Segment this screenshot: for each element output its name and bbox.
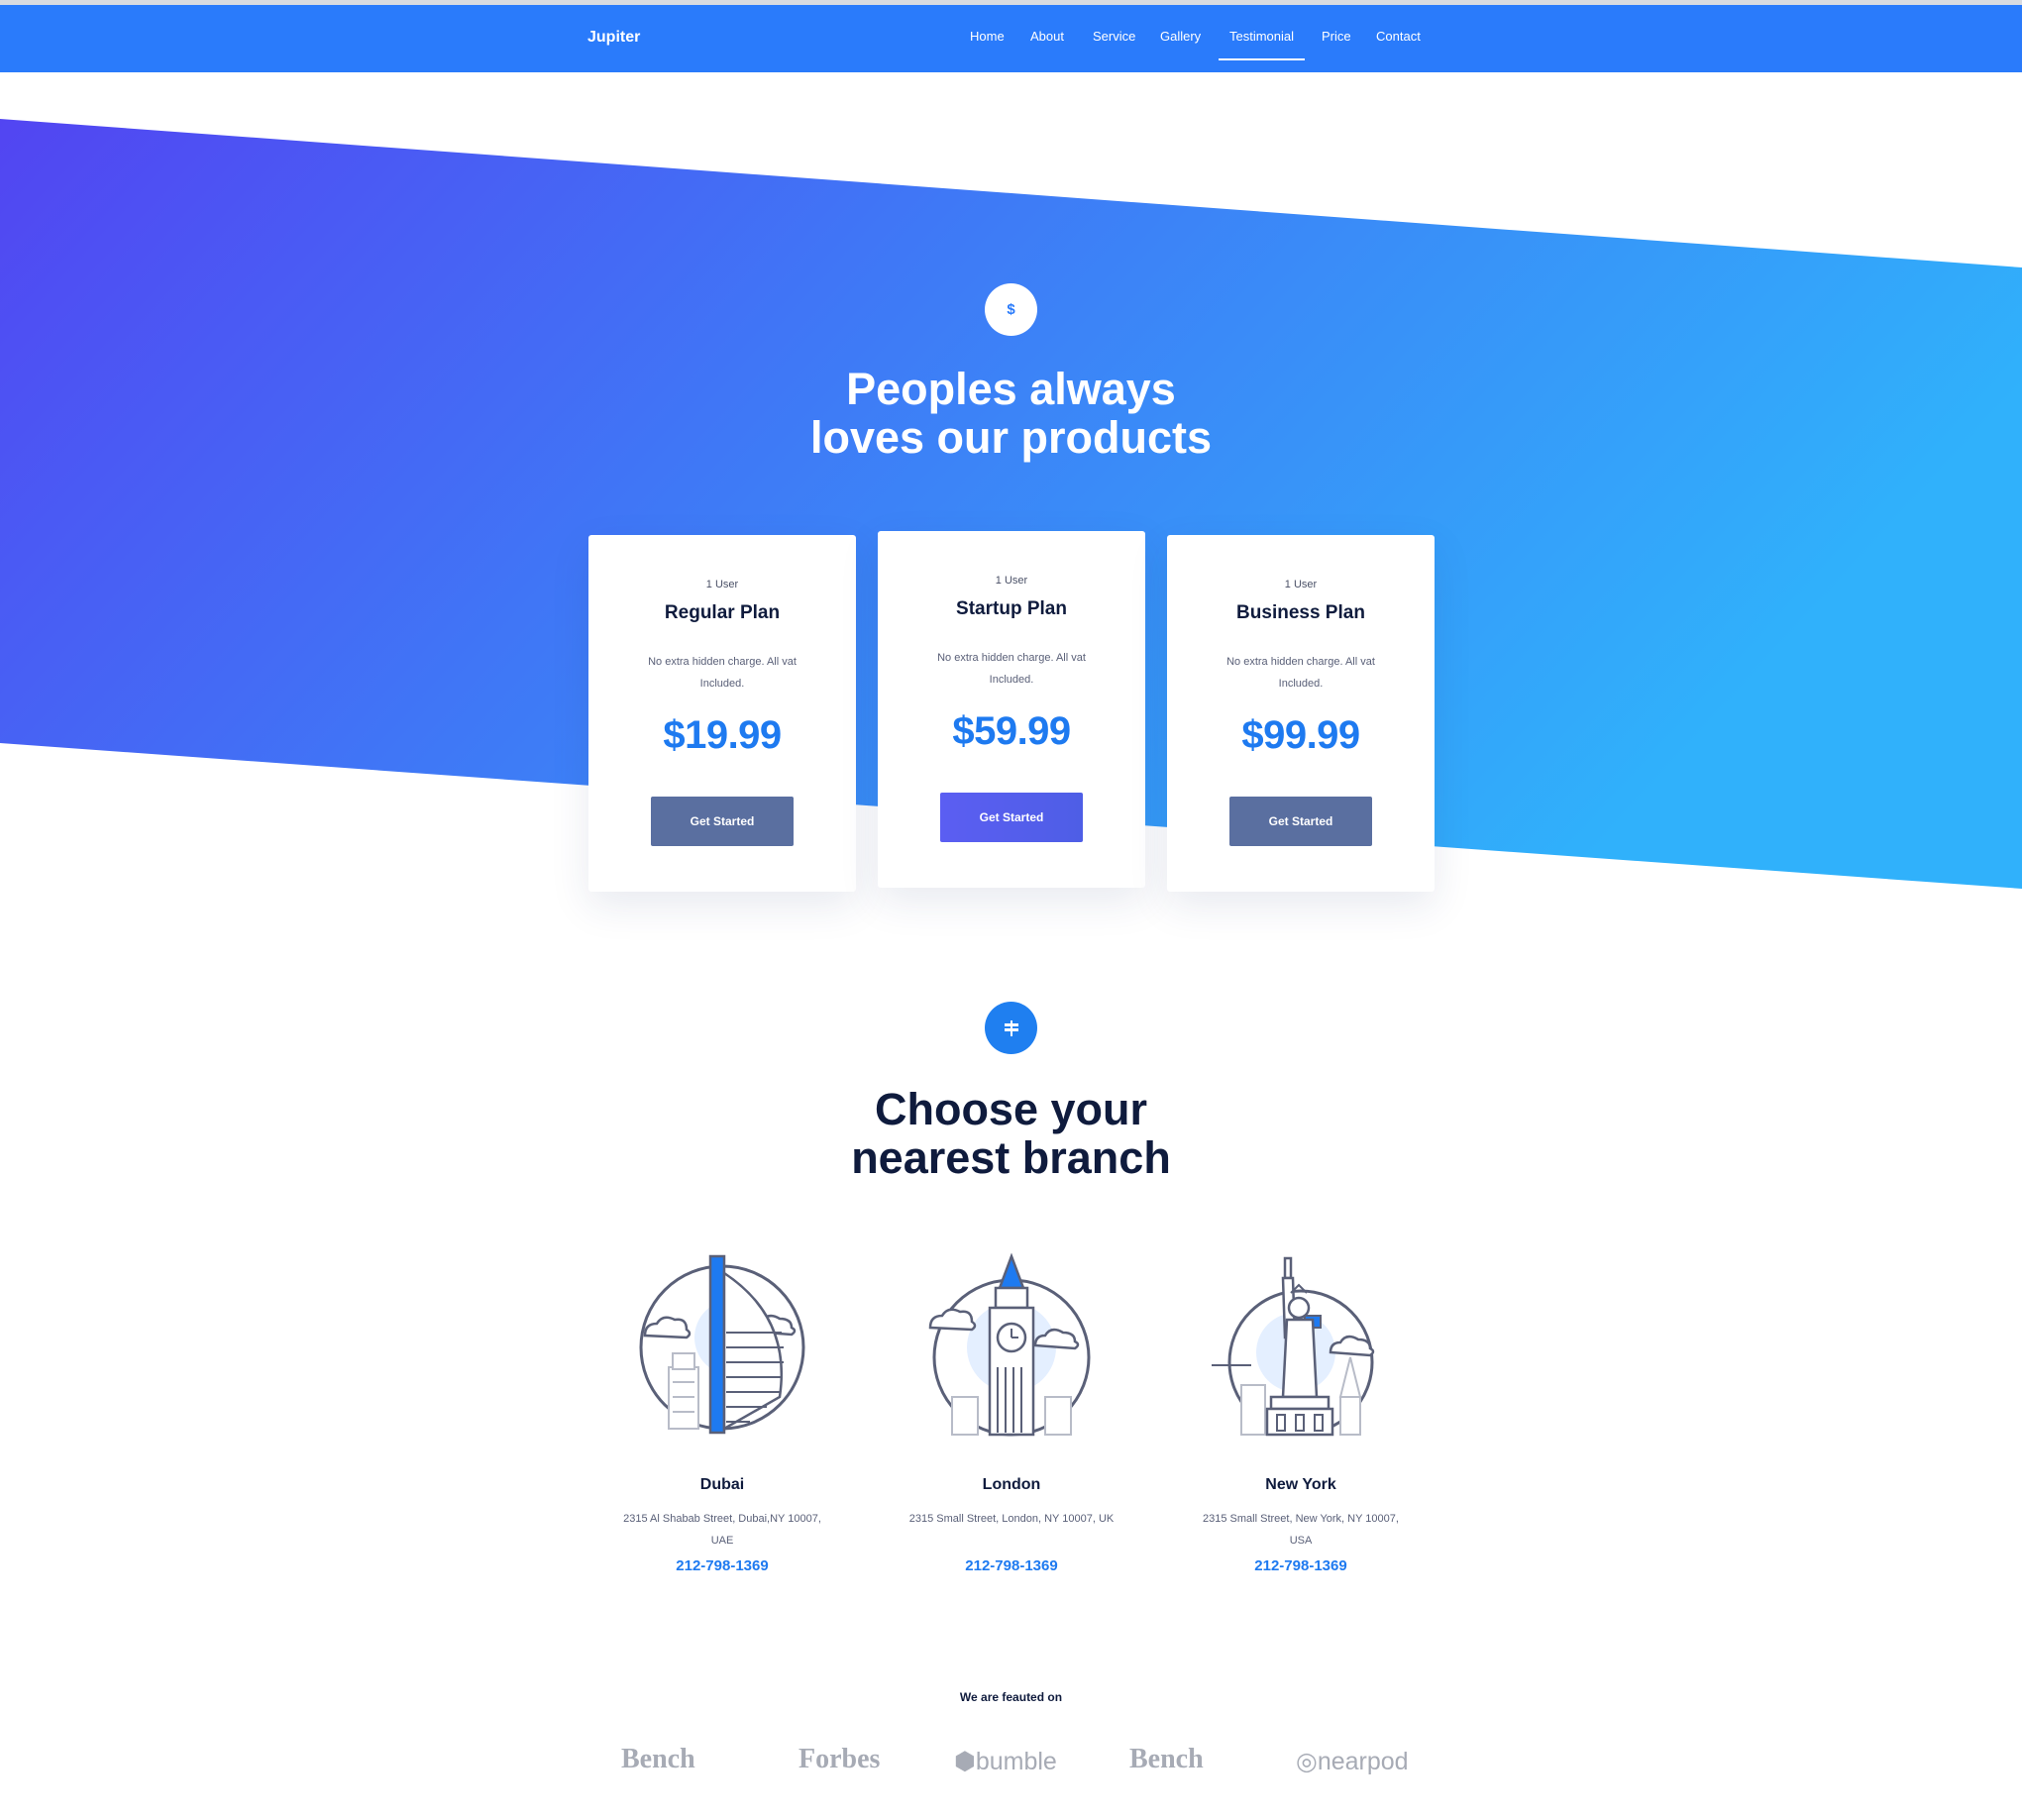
branch-heading: Choose your nearest branch [614,1085,1408,1182]
navbar: Jupiter Home About Service Gallery Testi… [0,5,2022,72]
brand-name: Bench [1129,1744,1204,1774]
get-started-button[interactable]: Get Started [651,797,794,846]
nav-item-contact[interactable]: Contact [1376,29,1421,44]
logo[interactable]: Jupiter [587,29,640,47]
dollar-icon: $ [985,283,1037,336]
plan-name: Regular Plan [664,602,781,623]
branch-heading-line2: nearest branch [851,1132,1171,1183]
branch-address: 2315 Small Street, New York, NY 10007, U… [1203,1513,1399,1547]
branch-city: London [982,1476,1041,1493]
brand-logo-bench: Bench [621,1744,695,1775]
branch-city: Dubai [699,1476,745,1493]
brand-name: nearpod [1317,1748,1409,1775]
nav-item-testimonial[interactable]: Testimonial [1218,29,1306,60]
nav-item-about[interactable]: About [1030,29,1064,44]
plan-users: 1 User [995,575,1028,587]
plan-name: Startup Plan [956,598,1067,619]
plan-price: $99.99 [1241,713,1360,757]
nearpod-circle-icon: ◎ [1296,1748,1318,1775]
brand-logo-bumble: ⬢bumble [954,1747,1057,1776]
statue-of-liberty-icon [1212,1256,1375,1437]
get-started-button[interactable]: Get Started [1229,797,1372,846]
pricing-heading: Peoples always loves our products [614,365,1408,462]
pricing-card-business: 1 User Business Plan No extra hidden cha… [1167,535,1435,892]
pricing-card-regular: 1 User Regular Plan No extra hidden char… [588,535,856,892]
hexagon-icon: ⬢ [954,1748,976,1775]
featured-label: We are feauted on [959,1690,1063,1704]
nav-item-gallery[interactable]: Gallery [1160,29,1201,44]
nav-item-service[interactable]: Service [1093,29,1135,44]
plan-price: $59.99 [952,709,1071,753]
plan-description: No extra hidden charge. All vat Included… [1226,656,1375,690]
plan-price: $19.99 [663,713,782,757]
brand-name: Forbes [798,1744,881,1774]
branch-dubai[interactable]: Dubai 2315 Al Shabab Street, Dubai,NY 10… [603,1248,841,1575]
big-ben-icon [928,1252,1091,1437]
branch-address: 2315 Al Shabab Street, Dubai,NY 10007, U… [623,1513,821,1547]
plan-description: No extra hidden charge. All vat Included… [937,652,1086,686]
nav-item-price[interactable]: Price [1322,29,1351,44]
plan-users: 1 User [1284,579,1318,590]
signpost-icon [985,1002,1037,1054]
branch-heading-line1: Choose your [874,1084,1148,1134]
brand-name: bumble [975,1748,1057,1775]
branch-address: 2315 Small Street, London, NY 10007, UK [908,1513,1115,1525]
brand-name: Bench [621,1744,695,1774]
get-started-button[interactable]: Get Started [940,793,1083,842]
pricing-heading-line2: loves our products [809,412,1213,463]
plan-name: Business Plan [1236,602,1365,623]
brand-logo-bench-2: Bench [1129,1744,1204,1775]
branch-phone[interactable]: 212-798-1369 [1182,1557,1420,1574]
burj-al-arab-icon [639,1254,805,1435]
plan-users: 1 User [705,579,739,590]
branch-london[interactable]: London 2315 Small Street, London, NY 100… [893,1248,1130,1575]
branch-phone[interactable]: 212-798-1369 [893,1557,1130,1574]
plan-description: No extra hidden charge. All vat Included… [648,656,797,690]
pricing-card-startup: 1 User Startup Plan No extra hidden char… [878,531,1145,888]
nav-item-home[interactable]: Home [970,29,1005,44]
pricing-heading-line1: Peoples always [846,364,1176,414]
brand-logo-nearpod: ◎nearpod [1296,1747,1409,1776]
branch-new-york[interactable]: New York 2315 Small Street, New York, NY… [1182,1248,1420,1575]
branch-city: New York [1265,1476,1336,1493]
brand-logo-forbes: Forbes [798,1744,880,1775]
branch-phone[interactable]: 212-798-1369 [603,1557,841,1574]
